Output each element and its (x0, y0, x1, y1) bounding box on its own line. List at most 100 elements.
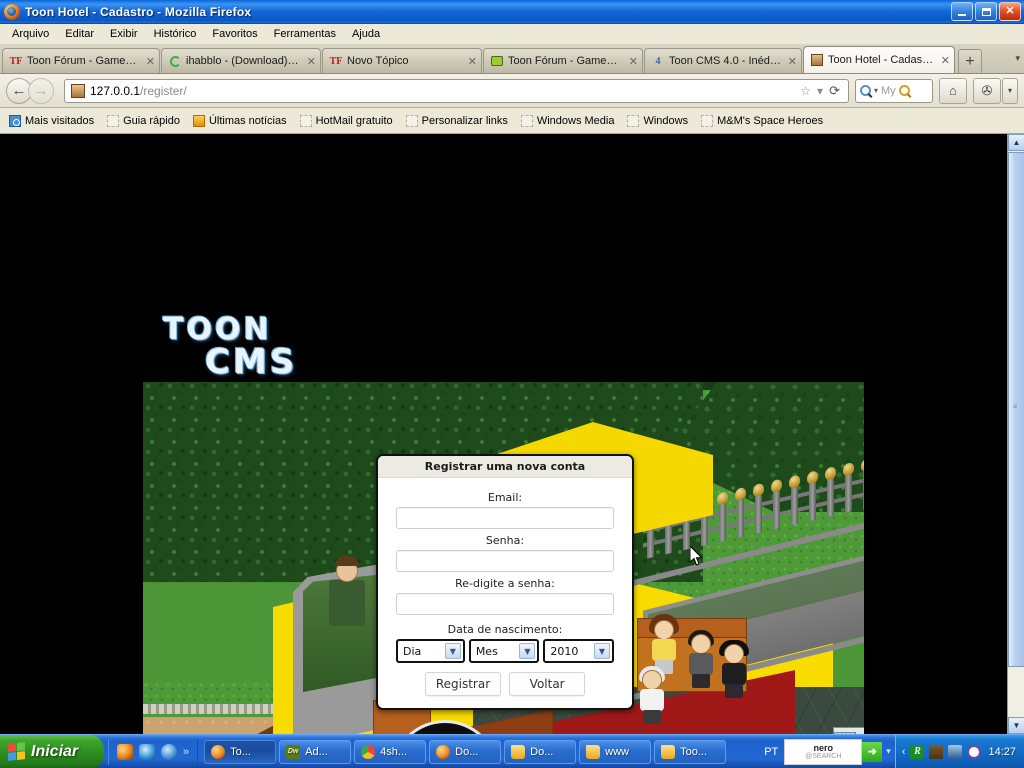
dob-month-value: Mes (475, 644, 498, 658)
task-button-2[interactable]: Dw Ad... (279, 739, 352, 764)
reload-icon[interactable]: ⟳ (829, 83, 840, 99)
chrome-icon (361, 744, 376, 759)
bookmark-mms-space-heroes[interactable]: M&M's Space Heroes (696, 113, 828, 129)
forward-button[interactable]: → (28, 77, 54, 104)
task-button-5[interactable]: Do... (504, 739, 577, 764)
quick-launch-bar: » (108, 738, 199, 765)
tab-close-icon[interactable]: ✕ (307, 55, 316, 68)
chevron-down-icon[interactable]: ▼ (594, 643, 610, 659)
password-confirm-field[interactable] (396, 593, 614, 615)
most-visited-icon (9, 114, 21, 127)
search-go-icon[interactable] (898, 85, 910, 96)
bookmark-label: Windows Media (536, 114, 615, 127)
bookmark-star-icon[interactable]: ☆ (800, 84, 811, 98)
tab-close-icon[interactable]: ✕ (468, 55, 477, 68)
task-button-7[interactable]: Too... (654, 739, 727, 764)
browser-tab-3[interactable]: TF Novo Tópico ✕ (322, 48, 482, 73)
task-label: To... (230, 745, 251, 758)
page-viewport: TOON CMS Registrar uma nova conta Email:… (0, 134, 1024, 734)
site-favicon-icon (71, 83, 85, 98)
bookmark-windows-media[interactable]: Windows Media (516, 113, 620, 129)
browser-tab-1[interactable]: TF Toon Fórum - Games e... ✕ (2, 48, 160, 73)
task-button-4[interactable]: Do... (429, 739, 502, 764)
network-tray-icon[interactable] (948, 744, 963, 759)
tab-close-icon[interactable]: ✕ (146, 55, 155, 68)
menu-ferramentas[interactable]: Ferramentas (266, 26, 344, 42)
dob-day-select[interactable]: Dia ▼ (396, 639, 465, 663)
back-button[interactable]: Voltar (509, 672, 586, 696)
search-engine-chevron-icon[interactable]: ▾ (874, 86, 878, 95)
firefox-icon (4, 3, 20, 20)
toon-avatar-black (719, 640, 749, 698)
bookmark-guia-rapido[interactable]: Guia rápido (102, 113, 185, 129)
scroll-down-button[interactable]: ▼ (1008, 717, 1024, 734)
task-button-3[interactable]: 4sh... (354, 739, 427, 764)
bookmark-hotmail-gratuito[interactable]: HotMail gratuito (295, 113, 398, 129)
folder-icon (299, 114, 312, 127)
menu-historico[interactable]: Histórico (146, 26, 205, 42)
menu-arquivo[interactable]: Arquivo (4, 26, 57, 42)
start-button[interactable]: Iniciar (0, 734, 104, 768)
dialog-buttons: Registrar Voltar (396, 672, 614, 696)
nero-search-toolbar[interactable]: nero @SEARCH (784, 738, 863, 765)
chevron-down-icon[interactable]: ▼ (519, 643, 536, 659)
tab-close-icon[interactable]: ✕ (629, 55, 638, 68)
bookmark-label: HotMail gratuito (315, 114, 393, 127)
tab-list-icon[interactable]: ▾ (1015, 53, 1020, 64)
browser-tab-4[interactable]: Toon Fórum - Games e... ✕ (483, 48, 643, 73)
page-scrollbar[interactable]: ▲ ≡ ▼ (1007, 134, 1024, 734)
search-input[interactable]: My (881, 85, 896, 97)
ie-quicklaunch-icon[interactable] (161, 743, 177, 760)
windows-taskbar: Iniciar » To... Dw Ad... 4sh... Do... Do… (0, 734, 1024, 768)
nero-go-button[interactable]: ➜ (862, 741, 883, 762)
tray-expand-icon[interactable]: ‹ (902, 746, 906, 758)
desktop-screen: Toon Hotel - Cadastro - Mozilla Firefox … (0, 0, 1024, 768)
task-button-1[interactable]: To... (204, 739, 277, 764)
bookmark-label: Mais visitados (25, 114, 95, 127)
bookmark-ultimas-noticias[interactable]: Últimas notícias (188, 113, 292, 129)
register-button[interactable]: Registrar (424, 672, 502, 696)
quick-launch-more-icon[interactable]: » (183, 746, 189, 758)
menu-editar[interactable]: Editar (57, 26, 102, 42)
browser-tab-2[interactable]: ihabblo - (Download) i... ✕ (161, 48, 321, 73)
close-button[interactable]: ✕ (999, 2, 1021, 21)
menu-ajuda[interactable]: Ajuda (344, 26, 388, 42)
bookmark-windows[interactable]: Windows (622, 113, 693, 129)
chevron-down-icon[interactable]: ▼ (444, 643, 461, 659)
shield-update-tray-icon[interactable] (929, 744, 944, 759)
menu-favoritos[interactable]: Favoritos (204, 26, 265, 42)
minimize-button[interactable] (951, 2, 973, 21)
search-box[interactable]: ▾ My (854, 78, 933, 103)
disc-tray-icon[interactable] (967, 744, 982, 759)
browser-tab-6-active[interactable]: Toon Hotel - Cadastro ✕ (803, 46, 955, 73)
language-indicator[interactable]: PT (758, 746, 784, 758)
dob-month-select[interactable]: Mes ▼ (468, 639, 540, 663)
address-bar[interactable]: 127.0.0.1/register/ ☆ ▾ ⟳ (64, 78, 849, 103)
dob-year-select[interactable]: 2010 ▼ (543, 639, 614, 663)
taskbar-clock[interactable]: 14:27 (988, 746, 1016, 758)
extension-chevron-icon[interactable]: ▾ (1001, 77, 1018, 104)
home-button[interactable]: ⌂ (938, 77, 967, 104)
email-field[interactable] (396, 507, 614, 529)
bookmark-mais-visitados[interactable]: Mais visitados (4, 113, 99, 129)
r-tray-icon[interactable]: R (910, 744, 925, 759)
extension-button[interactable]: ✇ (972, 77, 1001, 104)
bookmark-personalizar-links[interactable]: Personalizar links (401, 113, 513, 129)
scroll-up-button[interactable]: ▲ (1008, 134, 1024, 151)
password-field[interactable] (396, 550, 614, 572)
chat-bubble-icon (490, 54, 504, 68)
new-tab-button[interactable]: + (958, 49, 982, 73)
chevron-down-icon[interactable]: ▾ (817, 84, 823, 98)
tab-close-icon[interactable]: ✕ (941, 54, 950, 67)
tab-close-icon[interactable]: ✕ (788, 55, 797, 68)
scrollbar-thumb[interactable]: ≡ (1008, 152, 1024, 667)
browser-tab-5[interactable]: 4 Toon CMS 4.0 - Inédit... ✕ (644, 48, 802, 73)
nero-chevron-icon[interactable]: ▾ (882, 746, 895, 757)
bookmarks-toolbar: Mais visitados Guia rápido Últimas notíc… (0, 108, 1024, 134)
firefox-quicklaunch-icon[interactable] (117, 743, 133, 760)
messenger-quicklaunch-icon[interactable] (139, 743, 155, 760)
bookmark-label: M&M's Space Heroes (717, 114, 824, 127)
task-button-6[interactable]: www (579, 739, 652, 764)
maximize-button[interactable] (975, 2, 997, 21)
menu-exibir[interactable]: Exibir (102, 26, 146, 42)
